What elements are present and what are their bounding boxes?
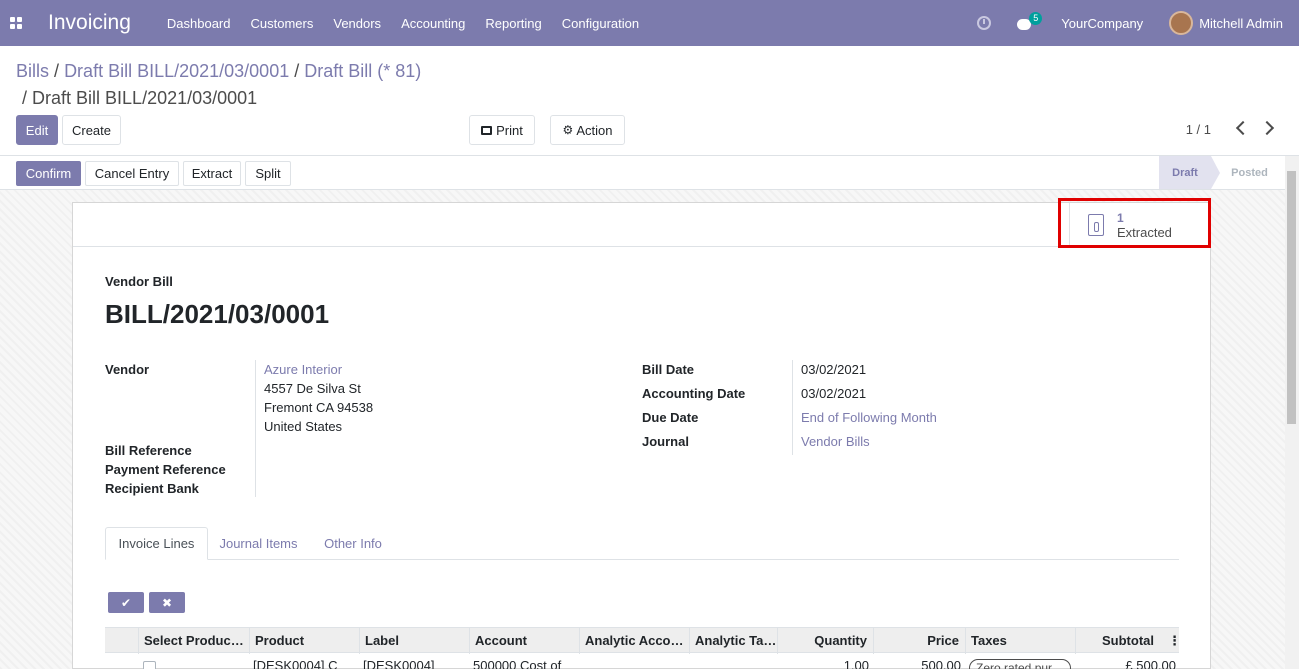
row-tax-tag[interactable]: Zero rated pur: [969, 659, 1071, 669]
optional-columns-icon[interactable]: ⋮: [1168, 628, 1181, 654]
breadcrumb-draft-bill[interactable]: Draft Bill BILL/2021/03/0001: [64, 61, 289, 81]
user-name[interactable]: Mitchell Admin: [1199, 16, 1283, 31]
activity-clock-icon[interactable]: [977, 16, 992, 30]
column-product[interactable]: Product: [249, 628, 359, 654]
print-button[interactable]: Print: [469, 115, 535, 145]
field-divider: [792, 360, 793, 455]
chat-icon[interactable]: 5: [1017, 12, 1043, 30]
stage-arrow: [1211, 156, 1220, 189]
journal-value[interactable]: Vendor Bills: [801, 434, 870, 449]
stage-draft[interactable]: Draft: [1159, 156, 1211, 189]
breadcrumb-separator: /: [22, 88, 28, 108]
action-label: Action: [576, 122, 613, 138]
due-date-label: Due Date: [642, 410, 699, 425]
journal-label: Journal: [642, 434, 689, 449]
field-divider: [255, 360, 256, 497]
create-button[interactable]: Create: [62, 115, 121, 145]
pager-previous-icon[interactable]: [1235, 120, 1251, 136]
cancel-entry-button[interactable]: Cancel Entry: [85, 161, 179, 186]
due-date-value[interactable]: End of Following Month: [801, 410, 937, 425]
tab-invoice-lines[interactable]: Invoice Lines: [105, 527, 208, 560]
form-statusbar: Confirm Cancel Entry Extract Split Draft…: [0, 155, 1299, 190]
split-button[interactable]: Split: [245, 161, 291, 186]
accounting-date-value: 03/02/2021: [801, 386, 867, 401]
bill-date-label: Bill Date: [642, 362, 695, 377]
tab-other-info[interactable]: Other Info: [309, 527, 397, 560]
breadcrumb-separator: /: [54, 61, 60, 81]
column-quantity[interactable]: Quantity: [777, 628, 873, 654]
user-avatar[interactable]: [1169, 11, 1194, 35]
column-select-product[interactable]: Select Produc…: [138, 628, 250, 654]
breadcrumb: Bills / Draft Bill BILL/2021/03/0001 / D…: [16, 58, 421, 112]
confirm-button[interactable]: Confirm: [16, 161, 81, 186]
pager-value[interactable]: 1 / 1: [1186, 122, 1211, 137]
payment-reference-label: Payment Reference: [105, 462, 226, 477]
select-product-checkbox[interactable]: [143, 661, 156, 669]
vendor-address-street: 4557 De Silva St: [264, 381, 361, 396]
chat-count-badge: 5: [1029, 12, 1043, 25]
edit-button[interactable]: Edit: [16, 115, 58, 145]
menu-dashboard[interactable]: Dashboard: [167, 16, 231, 31]
column-account[interactable]: Account: [469, 628, 579, 654]
table-row[interactable]: [DESK0004] C [DESK0004] 500000 Cost of 1…: [105, 653, 1179, 669]
close-icon[interactable]: ✖: [149, 592, 185, 613]
stage-posted[interactable]: Posted: [1222, 156, 1277, 189]
top-navbar: Invoicing Dashboard Customers Vendors Ac…: [0, 0, 1299, 46]
tab-journal-items[interactable]: Journal Items: [208, 527, 309, 560]
row-product[interactable]: [DESK0004] C: [253, 658, 353, 669]
column-subtotal[interactable]: Subtotal: [1075, 628, 1160, 654]
pager-next-icon[interactable]: [1259, 120, 1275, 136]
column-analytic-account[interactable]: Analytic Acco…: [579, 628, 689, 654]
extract-button[interactable]: Extract: [183, 161, 241, 186]
vendor-label: Vendor: [105, 362, 150, 377]
column-taxes[interactable]: Taxes: [965, 628, 1075, 654]
column-analytic-tags[interactable]: Analytic Tags: [689, 628, 777, 654]
bill-reference-label: Bill Reference: [105, 443, 192, 458]
action-button[interactable]: ⚙ Action: [550, 115, 625, 145]
breadcrumb-current: Draft Bill BILL/2021/03/0001: [32, 88, 258, 108]
breadcrumb-bills[interactable]: Bills: [16, 61, 49, 81]
invoice-lines-header: Select Produc… Product Label Account Ana…: [105, 627, 1181, 654]
column-label[interactable]: Label: [359, 628, 469, 654]
bill-number-title: BILL/2021/03/0001: [105, 299, 330, 329]
row-label[interactable]: [DESK0004]: [363, 658, 463, 669]
check-icon[interactable]: ✔: [108, 592, 144, 613]
systray: 5 YourCompany Mitchell Admin: [977, 0, 1283, 46]
accounting-date-label: Accounting Date: [642, 386, 746, 401]
row-price[interactable]: 500.00: [875, 658, 961, 669]
recipient-bank-label: Recipient Bank: [105, 481, 199, 496]
highlight-box: [1058, 198, 1211, 248]
menu-customers[interactable]: Customers: [251, 16, 314, 31]
menu-configuration[interactable]: Configuration: [562, 16, 639, 31]
row-account[interactable]: 500000 Cost of: [473, 658, 573, 669]
button-box: 1 Extracted: [73, 203, 1210, 247]
company-switcher[interactable]: YourCompany: [1061, 16, 1143, 31]
vendor-link[interactable]: Azure Interior: [264, 362, 342, 377]
gear-icon: ⚙: [562, 123, 574, 137]
notebook-tabs: Invoice Lines Journal Items Other Info: [105, 527, 1179, 560]
scrollbar-thumb[interactable]: [1287, 171, 1296, 424]
vendor-address-city: Fremont CA 94538: [264, 400, 374, 415]
apps-menu-icon[interactable]: [0, 0, 32, 46]
vertical-scrollbar[interactable]: [1285, 156, 1299, 669]
breadcrumb-separator: /: [294, 61, 300, 81]
print-label: Print: [496, 122, 523, 138]
breadcrumb-draft-bill-81[interactable]: Draft Bill (* 81): [304, 61, 421, 81]
bill-date-value: 03/02/2021: [801, 362, 867, 377]
vendor-address-country: United States: [264, 419, 343, 434]
app-name[interactable]: Invoicing: [48, 11, 131, 35]
menu-reporting[interactable]: Reporting: [485, 16, 541, 31]
vendor-bill-type-label: Vendor Bill: [105, 274, 173, 289]
row-quantity[interactable]: 1.00: [785, 658, 869, 669]
column-price[interactable]: Price: [873, 628, 965, 654]
form-sheet: 1 Extracted Vendor Bill BILL/2021/03/000…: [72, 202, 1211, 669]
menu-vendors[interactable]: Vendors: [333, 16, 381, 31]
main-menu: Dashboard Customers Vendors Accounting R…: [167, 16, 659, 31]
menu-accounting[interactable]: Accounting: [401, 16, 465, 31]
row-subtotal: £ 500.00: [1125, 658, 1176, 669]
printer-icon: [481, 125, 493, 135]
